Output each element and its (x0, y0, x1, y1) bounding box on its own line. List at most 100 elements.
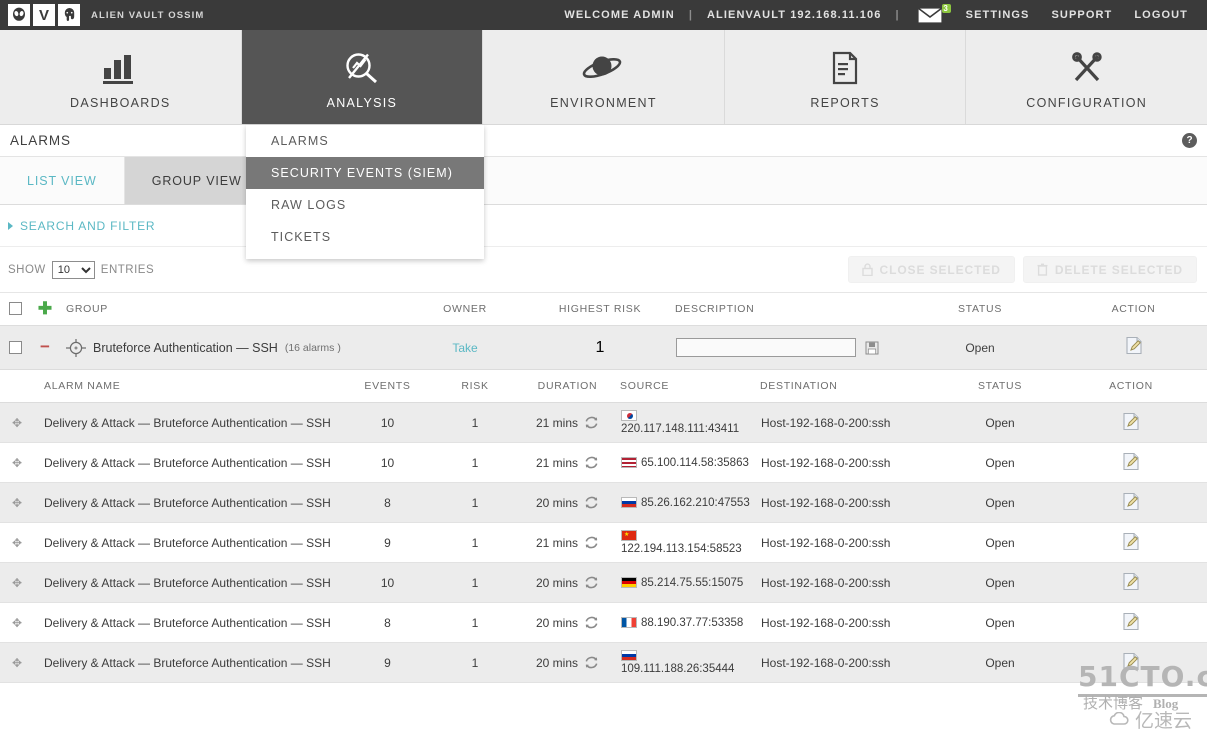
edit-note-icon[interactable] (1122, 572, 1140, 591)
nav-item-configuration[interactable]: CONFIGURATION (966, 30, 1207, 124)
top-nav-separator-1: | (688, 9, 694, 21)
top-nav: WELCOME ADMIN | ALIENVAULT 192.168.11.10… (553, 3, 1199, 24)
alarm-events-cell: 9 (340, 642, 435, 683)
logout-link[interactable]: LOGOUT (1123, 9, 1199, 21)
nav-item-environment[interactable]: ENVIRONMENT (483, 30, 725, 124)
header-status: STATUS (957, 303, 1003, 315)
header-alarm-name: ALARM NAME (34, 370, 340, 403)
menu-item-raw-logs[interactable]: RAW LOGS (246, 189, 484, 221)
alarm-destination-cell: Host-192-168-0-200:ssh (760, 402, 945, 443)
alarm-row[interactable]: ✥ Delivery & Attack — Bruteforce Authenti… (0, 442, 1207, 483)
nav-item-analysis[interactable]: ANALYSIS (241, 30, 484, 124)
alarm-name-cell: Delivery & Attack — Bruteforce Authentic… (34, 642, 340, 683)
select-all-checkbox[interactable] (8, 302, 22, 316)
brand[interactable]: V ALIEN VAULT OSSIM (6, 2, 204, 28)
edit-note-icon[interactable] (1122, 612, 1140, 631)
close-selected-label: CLOSE SELECTED (879, 262, 1001, 277)
header-description: DESCRIPTION (675, 303, 755, 315)
source-address: 109.111.188.26:35444 (621, 662, 735, 675)
alarm-row[interactable]: ✥ Delivery & Attack — Bruteforce Authenti… (0, 562, 1207, 603)
alarm-drag-cell: ✥ (0, 642, 34, 683)
alarm-risk-cell: 1 (435, 442, 515, 483)
brand-text: ALIEN VAULT OSSIM (91, 10, 205, 21)
source-address: 122.194.113.154:58523 (621, 542, 742, 555)
take-ownership-link[interactable]: Take (452, 341, 477, 355)
help-icon[interactable]: ? (1182, 133, 1197, 148)
edit-note-icon[interactable] (1122, 652, 1140, 671)
move-handle-icon[interactable]: ✥ (12, 536, 22, 550)
alarm-risk-cell: 1 (435, 482, 515, 523)
header-destination: DESTINATION (760, 370, 945, 403)
flag-icon-ru (621, 497, 637, 508)
view-tabs: LIST VIEW GROUP VIEW (0, 157, 1207, 205)
edit-note-icon[interactable] (1122, 412, 1140, 431)
watermark-cloud-text: 亿速云 (1135, 710, 1193, 732)
alarm-name-cell: Delivery & Attack — Bruteforce Authentic… (34, 602, 340, 643)
refresh-spinner-icon[interactable] (584, 535, 599, 550)
alarm-action-cell (1055, 562, 1207, 603)
entries-select[interactable]: 102550100 (51, 260, 95, 279)
nav-item-reports[interactable]: REPORTS (725, 30, 967, 124)
alienvault-ossim-page: V ALIEN VAULT OSSIM WELCOME ADMIN | ALIE… (0, 0, 1207, 736)
bulk-action-buttons: CLOSE SELECTED DELETE SELECTED (847, 256, 1197, 283)
search-and-filter-toggle[interactable]: SEARCH AND FILTER (0, 205, 1207, 247)
alarm-table: ALARM NAME EVENTS RISK DURATION SOURCE D… (0, 370, 1207, 683)
menu-item-security-events-siem[interactable]: SECURITY EVENTS (SIEM) (246, 157, 484, 189)
refresh-spinner-icon[interactable] (584, 415, 599, 430)
nav-item-dashboards[interactable]: DASHBOARDS (0, 30, 242, 124)
alarm-row[interactable]: ✥ Delivery & Attack — Bruteforce Authenti… (0, 602, 1207, 643)
alarm-duration-text: 21 mins (535, 455, 579, 470)
refresh-spinner-icon[interactable] (584, 495, 599, 510)
alarm-status-cell: Open (945, 602, 1055, 643)
edit-note-icon[interactable] (1122, 452, 1140, 471)
move-handle-icon[interactable]: ✥ (12, 496, 22, 510)
tab-list-view[interactable]: LIST VIEW (0, 157, 125, 204)
group-status-text: Open (965, 340, 995, 355)
alarm-row[interactable]: ✥ Delivery & Attack — Bruteforce Authenti… (0, 402, 1207, 443)
delete-selected-button[interactable]: DELETE SELECTED (1022, 256, 1197, 283)
source-wrapper: 85.214.75.55:15075 (621, 576, 759, 590)
alarm-risk-cell: 1 (435, 562, 515, 603)
move-handle-icon[interactable]: ✥ (12, 656, 22, 670)
edit-note-icon[interactable] (1122, 492, 1140, 511)
group-name-text: Bruteforce Authentication — SSH (93, 340, 278, 355)
menu-item-tickets[interactable]: TICKETS (246, 221, 484, 253)
settings-link[interactable]: SETTINGS (955, 9, 1041, 21)
refresh-spinner-icon[interactable] (584, 455, 599, 470)
refresh-spinner-icon[interactable] (584, 575, 599, 590)
alarm-events-cell: 10 (340, 562, 435, 603)
flag-icon-de (621, 577, 637, 588)
move-handle-icon[interactable]: ✥ (12, 576, 22, 590)
menu-item-alarms[interactable]: ALARMS (246, 125, 484, 157)
alarm-row[interactable]: ✥ Delivery & Attack — Bruteforce Authenti… (0, 642, 1207, 683)
alarm-row[interactable]: ✥ Delivery & Attack — Bruteforce Authenti… (0, 482, 1207, 523)
group-description-input[interactable] (676, 338, 856, 357)
alarm-status-cell: Open (945, 562, 1055, 603)
alarm-row[interactable]: ✥ Delivery & Attack — Bruteforce Authenti… (0, 522, 1207, 563)
alarm-duration-text: 20 mins (535, 495, 579, 510)
collapse-group-icon[interactable]: − (40, 337, 50, 356)
move-handle-icon[interactable]: ✥ (12, 616, 22, 630)
source-wrapper: 220.117.148.111:43411 (621, 409, 759, 436)
alarm-events-cell: 9 (340, 522, 435, 563)
expand-all-icon[interactable]: ✚ (38, 299, 52, 318)
messages-button[interactable]: 3 (903, 3, 955, 24)
main-navigation: DASHBOARDS ANALYSIS ENVIRONMENT REPORTS (0, 30, 1207, 125)
alarm-destination-cell: Host-192-168-0-200:ssh (760, 642, 945, 683)
source-address: 85.26.162.210:47553 (641, 496, 750, 509)
alarm-name-cell: Delivery & Attack — Bruteforce Authentic… (34, 402, 340, 443)
close-selected-button[interactable]: CLOSE SELECTED (847, 256, 1015, 283)
group-description-cell (675, 325, 900, 370)
support-link[interactable]: SUPPORT (1040, 9, 1123, 21)
group-checkbox[interactable] (8, 340, 22, 354)
alarm-duration-text: 21 mins (535, 535, 579, 550)
move-handle-icon[interactable]: ✥ (12, 456, 22, 470)
alarm-risk-cell: 1 (435, 522, 515, 563)
group-table-header-row: ✚ GROUP OWNER HIGHEST RISK DESCRIPTION S… (0, 293, 1207, 326)
refresh-spinner-icon[interactable] (584, 655, 599, 670)
edit-note-icon[interactable] (1122, 532, 1140, 551)
refresh-spinner-icon[interactable] (584, 615, 599, 630)
move-handle-icon[interactable]: ✥ (12, 416, 22, 430)
group-highest-risk-cell: 1 (525, 325, 675, 370)
envelope-icon (917, 6, 943, 24)
